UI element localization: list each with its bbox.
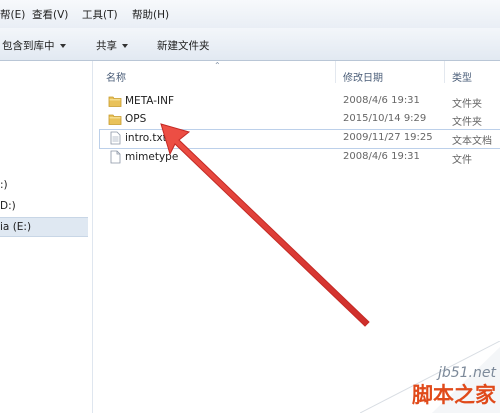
menu-bar: 帮(E) 查看(V) 工具(T) 帮助(H) (0, 0, 500, 28)
file-row[interactable]: META-INF 2008/4/6 19:31 文件夹 (100, 93, 500, 111)
column-separator[interactable] (444, 61, 445, 83)
menu-help[interactable]: 帮助(H) (132, 7, 169, 22)
menu-edit[interactable]: 帮(E) (0, 7, 25, 22)
nav-drive-e[interactable]: ia (E:) (0, 217, 88, 237)
file-modified: 2008/4/6 19:31 (343, 151, 420, 162)
file-modified: 2008/4/6 19:31 (343, 95, 420, 106)
file-type: 文件夹 (452, 99, 482, 110)
command-bar: 包含到库中 共享 新建文件夹 (0, 28, 500, 61)
nav-drive-e-label: ia (E:) (0, 221, 32, 233)
file-name: intro.txt (125, 132, 167, 144)
menu-view[interactable]: 查看(V) (32, 7, 68, 22)
file-name: OPS (125, 113, 147, 125)
watermark: jb51.net 脚本之家 (360, 341, 500, 413)
folder-icon (108, 96, 122, 107)
column-modified[interactable]: 修改日期 (343, 69, 383, 84)
sort-up-icon: ⌃ (214, 61, 221, 70)
file-name: mimetype (125, 151, 179, 163)
file-icon (110, 150, 121, 164)
column-name[interactable]: 名称 (106, 69, 126, 84)
include-in-library-button[interactable]: 包含到库中 (2, 38, 66, 53)
share-label: 共享 (96, 40, 117, 52)
file-row[interactable]: mimetype 2008/4/6 19:31 文件 (100, 149, 500, 167)
folder-icon (108, 114, 122, 125)
file-type: 文件 (452, 155, 472, 166)
navigation-pane: :) D:) ia (E:) (0, 61, 92, 413)
file-row[interactable]: intro.txt 2009/11/27 19:25 文本文档 (99, 129, 500, 149)
text-file-icon (110, 131, 121, 145)
include-in-library-label: 包含到库中 (2, 40, 55, 52)
file-name: META-INF (125, 95, 175, 107)
watermark-brand: 脚本之家 (412, 383, 496, 407)
chevron-down-icon (59, 44, 66, 48)
column-separator[interactable] (335, 61, 336, 83)
menu-tools[interactable]: 工具(T) (82, 7, 118, 22)
file-modified: 2015/10/14 9:29 (343, 113, 427, 124)
new-folder-button[interactable]: 新建文件夹 (157, 38, 210, 53)
chevron-down-icon (122, 44, 128, 48)
file-type: 文件夹 (452, 117, 482, 128)
column-type[interactable]: 类型 (452, 69, 472, 84)
nav-drive-c[interactable]: :) (0, 179, 8, 191)
nav-drive-d[interactable]: D:) (0, 200, 16, 212)
file-row[interactable]: OPS 2015/10/14 9:29 文件夹 (100, 111, 500, 129)
column-header (93, 61, 500, 85)
file-type: 文本文档 (452, 136, 492, 147)
share-button[interactable]: 共享 (96, 38, 128, 53)
pane-divider[interactable] (92, 61, 93, 413)
file-modified: 2009/11/27 19:25 (343, 132, 433, 143)
